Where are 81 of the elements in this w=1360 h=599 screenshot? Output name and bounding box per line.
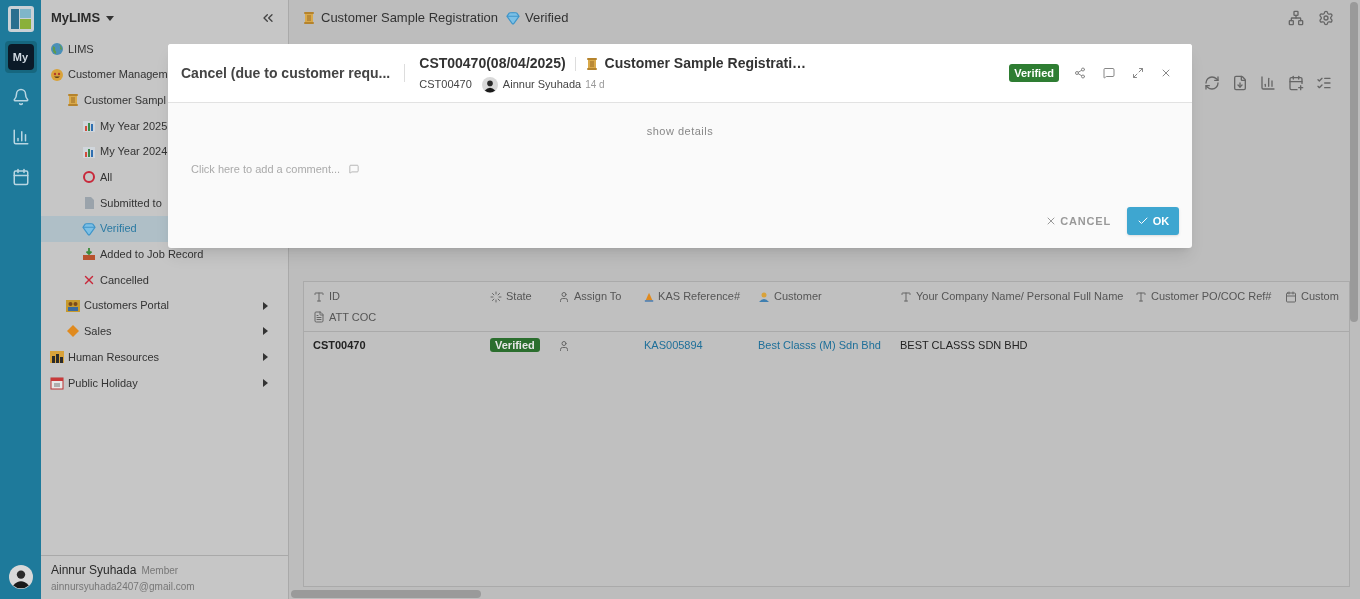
status-badge: Verified [490, 338, 540, 353]
person-icon [558, 339, 570, 352]
horizontal-scrollbar[interactable] [291, 590, 481, 598]
smiley-icon [50, 67, 64, 82]
author-name: Ainnur Syuhada [502, 77, 582, 93]
column-header[interactable]: Customer [774, 288, 822, 305]
my-app-button[interactable]: My [4, 41, 37, 73]
user-role: Member [141, 564, 179, 578]
record-title: CST00470(08/04/2025) [419, 54, 566, 74]
author-avatar [481, 76, 498, 93]
close-icon[interactable] [1160, 67, 1172, 79]
column-header[interactable]: KAS Reference# [658, 288, 740, 305]
app-title[interactable]: MyLIMS [51, 8, 101, 28]
sidebar-item[interactable]: Customer Sampl [41, 87, 284, 114]
form-title: Customer Sample Registrati… [604, 54, 807, 74]
text-type-icon [900, 290, 912, 303]
bar-chart-icon[interactable] [1260, 75, 1276, 91]
column-header[interactable]: Assign To [574, 288, 622, 305]
hierarchy-icon[interactable] [1288, 10, 1304, 26]
download-tray-icon [82, 247, 96, 262]
calendar-icon [50, 375, 64, 390]
comment-icon [349, 163, 359, 174]
person-icon [558, 290, 570, 303]
user-avatar [8, 565, 33, 589]
column-header[interactable]: ID [329, 288, 340, 305]
sidebar-item[interactable]: Human Resources [41, 344, 284, 370]
share-icon[interactable] [1074, 67, 1086, 79]
document-icon [82, 195, 96, 210]
bar-chart-icon [82, 144, 96, 159]
user-email: ainnursyuhada2407@gmail.com [51, 580, 196, 594]
sidebar-item[interactable]: Added to Job Record [41, 241, 284, 268]
city-icon [50, 350, 64, 365]
breadcrumb-item[interactable]: Customer Sample Registration [321, 8, 499, 28]
table-cell: CST00470 [313, 339, 366, 352]
status-badge: Verified [1009, 63, 1059, 83]
diamond-icon [66, 324, 80, 339]
column-header[interactable]: Custom [1301, 288, 1339, 305]
contact-icon [758, 290, 770, 303]
sidebar-item[interactable]: LIMS [41, 36, 284, 62]
sidebar-item[interactable]: Public Holiday [41, 369, 284, 396]
settings-icon[interactable] [1318, 10, 1334, 26]
record-age: 14 d [585, 78, 605, 92]
sidebar-item[interactable]: Submitted to [41, 190, 284, 216]
scroll-icon [302, 11, 316, 25]
caret-icon [106, 15, 115, 21]
calendar-icon [1285, 290, 1297, 303]
file-icon [313, 311, 325, 323]
check-icon [1136, 215, 1149, 227]
people-icon [66, 298, 80, 313]
circle-icon [82, 170, 96, 185]
column-header[interactable]: Your Company Name/ Personal Full Name [916, 288, 1124, 305]
show-details-link[interactable]: show details [646, 123, 714, 140]
dialog-title: Cancel (due to customer requ... [181, 63, 391, 83]
calendar-add-icon[interactable] [1288, 75, 1304, 91]
column-header[interactable]: State [506, 288, 532, 305]
sidebar-item[interactable]: My Year 2025 [41, 113, 284, 139]
column-header[interactable]: ATT COC [329, 308, 377, 326]
expand-icon[interactable] [1132, 67, 1144, 79]
table-cell: BEST CLASSS SDN BHD [900, 339, 1028, 352]
breadcrumb-item[interactable]: Verified [525, 8, 569, 28]
scroll-icon [584, 56, 599, 71]
spinner-icon [490, 290, 502, 303]
sidebar-item[interactable]: Customers Portal [41, 292, 284, 319]
comment-icon[interactable] [1103, 67, 1115, 79]
record-id: CST00470 [419, 77, 472, 93]
text-type-icon [313, 290, 325, 303]
gem-icon [82, 221, 96, 236]
gem-icon [506, 11, 521, 25]
text-type-icon [1135, 290, 1147, 303]
file-download-icon[interactable] [1232, 75, 1248, 91]
sidebar-item[interactable]: Sales [41, 318, 284, 345]
sidebar-item[interactable]: Cancelled [41, 267, 284, 293]
bar-chart-icon [82, 118, 96, 133]
vertical-scrollbar[interactable] [1350, 2, 1358, 322]
app-logo[interactable] [6, 5, 35, 33]
checklist-icon[interactable] [1316, 75, 1332, 91]
column-header[interactable]: Customer PO/COC Ref# [1151, 288, 1272, 305]
refresh-icon[interactable] [1204, 75, 1220, 91]
globe-icon [50, 41, 64, 56]
scroll-icon [66, 93, 80, 108]
user-name: Ainnur Syuhada [51, 562, 137, 579]
